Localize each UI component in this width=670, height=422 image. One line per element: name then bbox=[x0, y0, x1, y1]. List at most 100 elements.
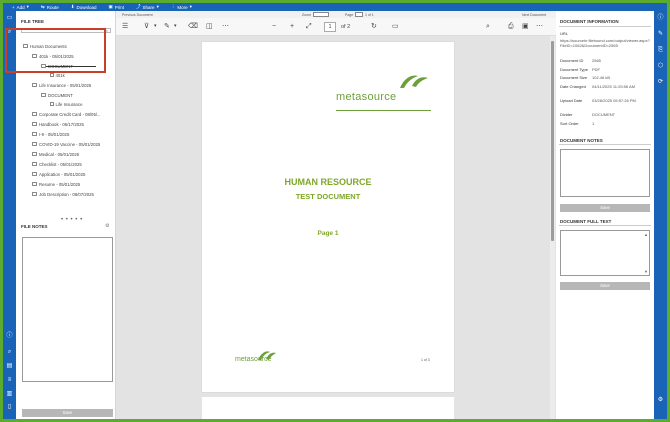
panel-resize-handle[interactable]: • • • • • bbox=[61, 217, 83, 223]
previous-document-link[interactable]: Previous Document bbox=[122, 13, 153, 17]
folder-icon[interactable]: ▭ bbox=[6, 15, 13, 22]
id-card-icon[interactable]: ▤ bbox=[6, 363, 13, 370]
page-jump-input[interactable] bbox=[355, 11, 363, 17]
filter-icon[interactable]: ⊽ bbox=[144, 22, 149, 31]
tree-item[interactable]: Life Insurance - 05/01/2025 bbox=[32, 82, 91, 88]
download-icon: ⬇ bbox=[70, 4, 75, 9]
info-icon[interactable]: ⓘ bbox=[657, 15, 664, 22]
more-dots-icon[interactable]: ⋯ bbox=[536, 22, 543, 31]
tree-item[interactable]: Job Description - 08/07/2025 bbox=[32, 191, 94, 197]
scroll-down-icon[interactable]: ▼ bbox=[644, 269, 648, 274]
tree-item-label: Life Insurance bbox=[55, 101, 83, 107]
gear-icon[interactable]: ⚙ bbox=[105, 223, 109, 229]
tree-item-label: DOCUMENT bbox=[48, 92, 73, 98]
chevron-down-icon[interactable]: ▾ bbox=[174, 22, 177, 31]
folder-icon bbox=[32, 172, 37, 176]
document-notes-title: DOCUMENT NOTES bbox=[560, 138, 603, 143]
url-value[interactable]: https://sourcehr.filebound.com/output/vi… bbox=[560, 38, 650, 48]
more-dots-icon: ⋮ bbox=[170, 4, 176, 9]
document-notes-save-button[interactable]: Save bbox=[560, 204, 650, 212]
divider bbox=[559, 225, 651, 226]
split-view-icon[interactable]: ◫ bbox=[206, 22, 213, 31]
tree-item-label: Corporate Credit Card - 08/05/... bbox=[39, 111, 101, 117]
field-value: 03/28/2025 05:57:26 PM bbox=[592, 98, 636, 103]
close-icon[interactable]: × bbox=[106, 28, 108, 33]
tree-item[interactable]: Life Insurance bbox=[50, 101, 83, 107]
download-button[interactable]: ⬇ Download bbox=[66, 4, 102, 10]
more-button[interactable]: ⋮ More ▾ bbox=[166, 4, 197, 10]
pen-icon[interactable]: ✎ bbox=[164, 22, 170, 31]
edit-icon[interactable]: ✎ bbox=[657, 31, 664, 38]
file-notes-textarea[interactable] bbox=[22, 237, 113, 382]
search-icon[interactable]: ⌕ bbox=[486, 22, 490, 31]
tree-item[interactable]: I-9 - 05/01/2025 bbox=[32, 131, 69, 137]
document-full-text-area[interactable]: ▲ ▼ bbox=[560, 230, 650, 276]
columns-icon[interactable]: ▥ bbox=[6, 391, 13, 398]
tree-item-label: 401k bbox=[55, 72, 65, 78]
route-button[interactable]: ⇆ Route bbox=[36, 4, 64, 10]
attachment-icon[interactable]: ⎘ bbox=[657, 47, 664, 54]
zoom-out-icon[interactable]: − bbox=[272, 22, 276, 31]
folder-icon bbox=[32, 112, 37, 116]
list-icon[interactable]: ≡ bbox=[6, 377, 13, 384]
tree-item[interactable]: DOCUMENT bbox=[41, 92, 73, 98]
next-document-link[interactable]: Next Document bbox=[522, 13, 546, 17]
full-text-save-button[interactable]: Save bbox=[560, 282, 650, 290]
field-value: 2565 bbox=[592, 58, 601, 63]
tree-item-label: Resume - 05/01/2025 bbox=[39, 181, 81, 187]
tree-item[interactable]: Checklist - 05/01/2025 bbox=[32, 161, 82, 167]
print-button[interactable]: ▣ Print bbox=[104, 4, 130, 10]
tag-icon[interactable]: ⬡ bbox=[657, 63, 664, 70]
print-icon[interactable]: ⎙ bbox=[508, 22, 514, 31]
tree-item-label: Medical - 05/01/2025 bbox=[39, 151, 80, 157]
zoom-select[interactable] bbox=[313, 11, 329, 17]
document-page-2 bbox=[202, 397, 454, 419]
history-icon[interactable]: ⟳ bbox=[657, 79, 664, 86]
right-panel: DOCUMENT INFORMATION URL https://sourceh… bbox=[556, 11, 654, 419]
gear-icon[interactable]: ⚙ bbox=[657, 397, 664, 404]
tree-item-label: Checklist - 05/01/2025 bbox=[39, 161, 82, 167]
zoom-in-icon[interactable]: + bbox=[290, 22, 294, 31]
chevron-down-icon: ▾ bbox=[189, 4, 192, 9]
tree-item[interactable]: Application - 05/01/2025 bbox=[32, 171, 85, 177]
viewer-scrollbar[interactable] bbox=[550, 36, 555, 419]
tree-item[interactable]: Medical - 05/01/2025 bbox=[32, 151, 79, 157]
document-nav-row: Previous Document Zoom Page 1 of 1 Next … bbox=[116, 11, 556, 18]
field-value: 102.46 kB bbox=[592, 75, 611, 80]
eraser-icon[interactable]: ⌫ bbox=[188, 22, 198, 31]
field-key: Upload Date bbox=[560, 98, 583, 103]
add-button[interactable]: + Add ▾ bbox=[7, 4, 34, 10]
tree-item[interactable]: Handbook - 06/17/2025 bbox=[32, 121, 84, 127]
folder-icon bbox=[32, 152, 37, 156]
page-layout-icon[interactable]: ▭ bbox=[392, 22, 399, 31]
field-value: 04/11/2025 11:25:56 AM bbox=[592, 84, 635, 89]
sidebar-toggle-icon[interactable]: ☰ bbox=[122, 22, 128, 31]
field-key: Date Changed bbox=[560, 84, 586, 89]
search-icon[interactable]: ⌕ bbox=[6, 349, 13, 356]
divider bbox=[559, 144, 651, 145]
scroll-up-icon[interactable]: ▲ bbox=[644, 232, 648, 237]
document-icon[interactable]: ▯ bbox=[6, 404, 13, 411]
leaf-logo-icon bbox=[400, 75, 428, 88]
document-notes-textarea[interactable] bbox=[560, 149, 650, 197]
print-icon: ▣ bbox=[108, 4, 113, 9]
info-icon[interactable]: ⓘ bbox=[6, 333, 13, 340]
save-icon[interactable]: ▣ bbox=[522, 22, 529, 31]
file-tree-title: FILE TREE bbox=[21, 19, 45, 24]
chevron-down-icon[interactable]: ▾ bbox=[154, 22, 157, 31]
tree-item[interactable]: Corporate Credit Card - 08/05/... bbox=[32, 111, 101, 117]
page-of-small: 1 of 1 bbox=[365, 12, 374, 17]
document-viewer: Previous Document Zoom Page 1 of 1 Next … bbox=[116, 11, 556, 419]
fit-width-icon[interactable]: ⤢ bbox=[306, 22, 312, 31]
rotate-icon[interactable]: ↻ bbox=[371, 22, 377, 31]
page-number-input[interactable]: 1 bbox=[324, 22, 336, 32]
tree-item[interactable]: COVID-19 Vaccine - 05/01/2025 bbox=[32, 141, 100, 147]
document-subtitle: TEST DOCUMENT bbox=[295, 192, 361, 201]
more-dots-icon[interactable]: ⋯ bbox=[222, 22, 229, 31]
tree-item-label: I-9 - 05/01/2025 bbox=[39, 131, 70, 137]
document-information-title: DOCUMENT INFORMATION bbox=[560, 19, 619, 24]
tree-item[interactable]: Resume - 05/01/2025 bbox=[32, 181, 80, 187]
share-button[interactable]: ⤴ Share ▾ bbox=[131, 4, 164, 10]
file-notes-save-button[interactable]: Save bbox=[22, 409, 113, 417]
scrollbar-thumb[interactable] bbox=[551, 41, 554, 241]
